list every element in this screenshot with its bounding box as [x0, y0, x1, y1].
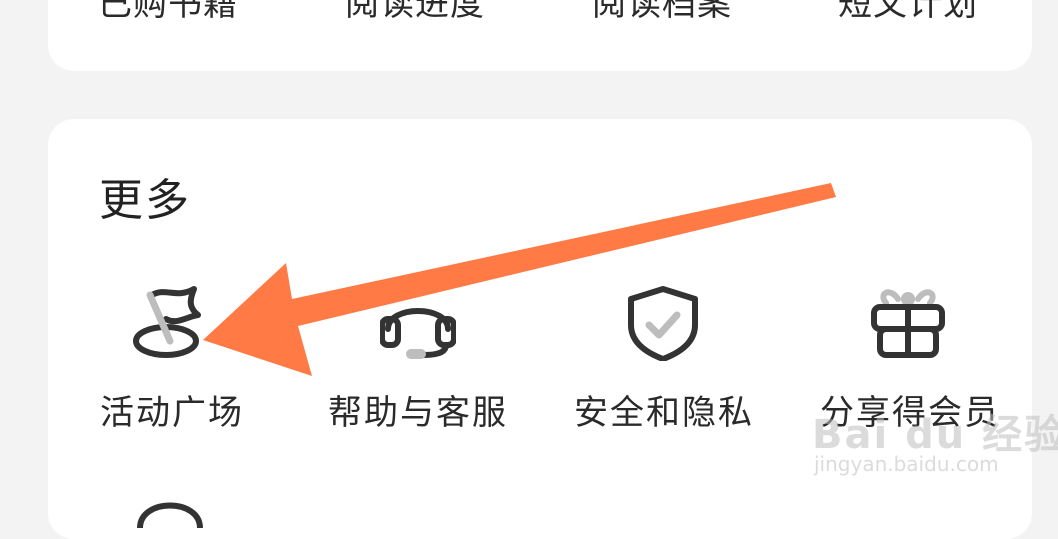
watermark: Bai du 经验 jingyan.baidu.com — [812, 382, 1058, 482]
help-and-support-label[interactable]: 帮助与客服 — [328, 392, 508, 434]
partial-row-icon[interactable] — [130, 488, 210, 528]
purchased-books-link[interactable]: 已购书籍 — [98, 0, 238, 22]
more-section-title: 更多 — [99, 175, 191, 226]
reading-archive-link[interactable]: 阅读档案 — [592, 0, 732, 22]
reading-progress-link[interactable]: 阅读进度 — [345, 0, 485, 22]
short-article-plan-link[interactable]: 短文计划 — [838, 0, 978, 22]
flag-icon[interactable] — [132, 285, 208, 361]
activity-square-label[interactable]: 活动广场 — [100, 392, 244, 434]
watermark-url: jingyan.baidu.com — [814, 452, 999, 476]
shield-check-icon[interactable] — [625, 285, 701, 361]
security-privacy-label[interactable]: 安全和隐私 — [574, 392, 754, 434]
headset-icon[interactable] — [380, 285, 456, 361]
gift-icon[interactable] — [870, 285, 946, 361]
